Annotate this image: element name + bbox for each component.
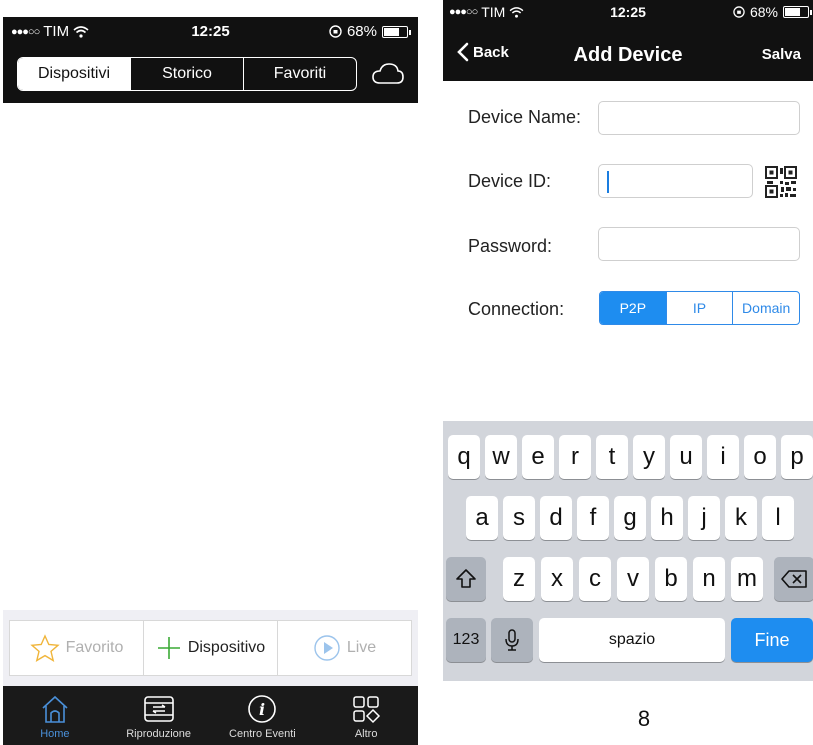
device-name-label: Device Name: (468, 107, 582, 127)
add-device-form: Device Name: Device ID: Password: Connec… (443, 81, 813, 421)
device-id-field[interactable] (598, 164, 753, 198)
key-q[interactable]: q (448, 435, 480, 479)
key-p[interactable]: p (781, 435, 813, 479)
connection-label: Connection: (468, 299, 565, 319)
shift-arrow-icon (456, 569, 476, 588)
live-button[interactable]: Live (278, 621, 411, 675)
tab-riproduzione-label: Riproduzione (126, 728, 192, 740)
orientation-lock-icon (733, 6, 745, 18)
key-v[interactable]: v (617, 557, 649, 601)
key-u[interactable]: u (670, 435, 702, 479)
device-list-screen: ●●●○○ TIM 12:25 68% Dispositivi Storico … (3, 17, 418, 745)
keyboard-row-1: qwertyuiop (443, 435, 813, 481)
favorite-button[interactable]: Favorito (10, 621, 144, 675)
tab-centro-eventi-label: Centro Eventi (229, 728, 296, 740)
key-j[interactable]: j (688, 496, 720, 540)
shift-key[interactable] (446, 557, 486, 601)
password-field[interactable] (598, 227, 800, 261)
key-r[interactable]: r (559, 435, 591, 479)
key-d[interactable]: d (540, 496, 572, 540)
key-c[interactable]: c (579, 557, 611, 601)
key-t[interactable]: t (596, 435, 628, 479)
microphone-icon (505, 629, 519, 651)
page-title: Add Device (573, 44, 683, 66)
device-id-label: Device ID: (468, 171, 552, 191)
battery-icon (382, 25, 411, 38)
status-bar: ●●●○○ TIM 12:25 68% (3, 17, 418, 47)
connection-type-selector: P2P IP Domain (599, 291, 800, 325)
key-i[interactable]: i (707, 435, 739, 479)
play-icon (314, 635, 340, 661)
key-k[interactable]: k (725, 496, 757, 540)
key-x[interactable]: x (541, 557, 573, 601)
add-device-button[interactable]: Dispositivo (144, 621, 278, 675)
battery-percent: 68% (346, 23, 377, 40)
password-label: Password: (468, 236, 553, 256)
connection-option-p2p[interactable]: P2P (600, 292, 667, 324)
keyboard-row-2: asdfghjkl (443, 496, 813, 542)
tab-altro[interactable]: Altro (314, 686, 418, 745)
key-s[interactable]: s (503, 496, 535, 540)
key-g[interactable]: g (614, 496, 646, 540)
live-label: Live (346, 639, 377, 656)
segment-favoriti[interactable]: Favoriti (244, 58, 356, 90)
keyboard-row-3: zxcvbnm (443, 557, 813, 603)
device-name-field[interactable] (598, 101, 800, 135)
key-w[interactable]: w (485, 435, 517, 479)
numbers-key[interactable]: 123 (446, 618, 486, 662)
done-key[interactable]: Fine (731, 618, 813, 662)
key-l[interactable]: l (762, 496, 794, 540)
film-icon (143, 696, 174, 722)
space-key[interactable]: spazio (539, 618, 725, 662)
page-number: 8 (637, 706, 651, 731)
key-a[interactable]: a (466, 496, 498, 540)
add-device-screen: ●●●○○ TIM 12:25 68% Back Add Device Salv… (443, 0, 813, 681)
home-icon (42, 695, 68, 723)
favorite-label: Favorito (65, 639, 124, 656)
dictation-key[interactable] (491, 618, 533, 662)
key-h[interactable]: h (651, 496, 683, 540)
navigation-bar: Back Add Device Salva (443, 34, 813, 78)
key-o[interactable]: o (744, 435, 776, 479)
key-n[interactable]: n (693, 557, 725, 601)
list-segmented-control: Dispositivi Storico Favoriti (17, 57, 357, 91)
plus-icon (157, 637, 180, 659)
battery-icon (783, 6, 812, 18)
status-bar: ●●●○○ TIM 12:25 68% (443, 0, 813, 28)
key-z[interactable]: z (503, 557, 535, 601)
qr-code-icon[interactable] (763, 164, 799, 200)
backspace-icon (781, 570, 807, 588)
tab-home[interactable]: Home (3, 686, 107, 745)
orientation-lock-icon (329, 25, 342, 38)
battery-percent: 68% (749, 4, 778, 20)
segment-dispositivi[interactable]: Dispositivi (18, 58, 131, 90)
tab-centro-eventi[interactable]: i Centro Eventi (211, 686, 315, 745)
backspace-key[interactable] (774, 557, 813, 601)
cloud-icon[interactable] (371, 61, 405, 87)
key-y[interactable]: y (633, 435, 665, 479)
segment-storico[interactable]: Storico (131, 58, 244, 90)
tab-bar: Home Riproduzione i Centro Eventi Altro (3, 686, 418, 745)
device-list-area (3, 103, 418, 610)
action-toolbar-zone: Favorito Dispositivo Live (3, 610, 418, 686)
key-f[interactable]: f (577, 496, 609, 540)
key-m[interactable]: m (731, 557, 763, 601)
onscreen-keyboard: qwertyuiop asdfghjkl zxcvbnm 123 spazio … (443, 421, 813, 681)
keyboard-row-4: 123 spazio Fine (443, 618, 813, 664)
tab-riproduzione[interactable]: Riproduzione (107, 686, 211, 745)
connection-option-domain[interactable]: Domain (733, 292, 799, 324)
info-icon: i (248, 695, 277, 723)
star-icon (29, 634, 60, 662)
key-b[interactable]: b (655, 557, 687, 601)
connection-option-ip[interactable]: IP (667, 292, 734, 324)
svg-text:i: i (259, 700, 265, 719)
action-toolbar: Favorito Dispositivo Live (9, 620, 412, 676)
text-cursor (607, 171, 609, 193)
grid-icon (353, 696, 381, 724)
save-button[interactable]: Salva (762, 46, 801, 63)
key-e[interactable]: e (522, 435, 554, 479)
add-device-label: Dispositivo (187, 639, 266, 656)
tab-altro-label: Altro (354, 728, 378, 740)
tab-home-label: Home (40, 728, 70, 740)
